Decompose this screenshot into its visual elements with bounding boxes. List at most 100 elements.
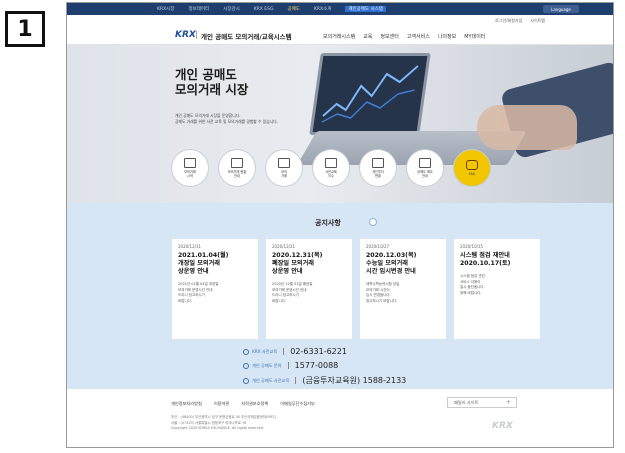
quick-link-label: 공매도 제도 안내 [417, 170, 433, 178]
nav-item-trading[interactable]: 모의거래시스템 [323, 33, 355, 40]
quick-link-label: 모의거래 시작 [184, 170, 196, 178]
chat-bubble-icon [466, 160, 478, 170]
phone-icon [243, 362, 249, 369]
logo-divider [196, 31, 197, 39]
topbar-item-short-selling[interactable]: 공매도 [288, 6, 300, 12]
contact-row: 개인 공매도 사전교육 (금융투자교육원) 1588-2133 [243, 375, 406, 386]
footer-address: 부산 : (48400) 부산광역시 남구 문현금융로 40 부산국제금융센터(… [171, 415, 471, 432]
quick-link-label: 개인투자 현황 [372, 170, 384, 178]
browser-page-frame: KRX시장 정보데이터 시장감시 KRX ESG 공매도 KRX소개 개인공매도… [66, 2, 614, 448]
nav-item-my-info[interactable]: 나의정보 [438, 33, 456, 40]
notice-card-date: 2020/12/21 [272, 244, 296, 249]
nav-item-service[interactable]: 고객서비스 [407, 33, 430, 40]
notice-card[interactable]: 2020/12/31 2021.01.04(월) 개장일 모의거래 상운영 안내… [172, 239, 258, 339]
notice-card-body: 대학수학능력시험 당일 모의거래 시간이 임시 변경됩니다. 참고하시기 바랍니… [366, 282, 400, 303]
main-nav: 모의거래시스템 교육 정보센터 고객서비스 나의정보 MY데이터 [323, 33, 485, 40]
topbar-item-data[interactable]: 정보데이터 [188, 6, 209, 12]
quick-link-investment[interactable]: 개인투자 현황 [360, 150, 396, 186]
family-site-label: 패밀리 사이트 [454, 399, 479, 405]
hero-title-line1: 개인 공매도 [175, 67, 237, 82]
notice-card-title: 2020.12.31(목) 폐장일 모의거래 상운영 안내 [272, 252, 323, 275]
footer-link-privacy[interactable]: 개인정보처리방침 [171, 401, 202, 407]
contact-divider [283, 348, 285, 355]
sitemap-link[interactable]: 사이트맵 [530, 18, 545, 24]
notice-card-body: 2021년 01월 04일 개장일 모의거래 운영시간 안내 드리니 참고하시기… [178, 282, 219, 303]
topbar-item-esg[interactable]: KRX ESG [254, 7, 274, 12]
footer-link-copyright[interactable]: 저작권보호정책 [241, 401, 268, 407]
topbar-item-about[interactable]: KRX소개 [314, 6, 331, 12]
register-icon [231, 158, 243, 168]
site-footer: 개인정보처리방침 이용약관 저작권보호정책 이메일무단수집거부 패밀리 사이트 … [67, 389, 613, 447]
contact-label: KRX 사전교육 [252, 348, 278, 354]
krx-logo[interactable]: KRX [175, 30, 196, 40]
site-title[interactable]: 개인 공매도 모의거래/교육시스템 [201, 31, 292, 41]
header-mini-links: 로그인/회원가입 사이트맵 [495, 18, 545, 24]
book-icon [325, 158, 337, 168]
contact-number: (금융투자교육원) 1588-2133 [302, 376, 407, 385]
contact-row: KRX 사전교육 02-6331-6221 [243, 347, 406, 356]
bar-chart-icon [419, 158, 431, 168]
contact-row: 개인 공매도 문의 1577-0088 [243, 361, 406, 370]
topbar-item-surveillance[interactable]: 시장감시 [223, 6, 240, 12]
contact-number: 1577-0088 [294, 361, 339, 370]
quick-link-education[interactable]: 사전교육 이수 [313, 150, 349, 186]
notice-card[interactable]: 2020/10/15 시스템 점검 재안내 2020.10.17(토) 시스템 … [454, 239, 540, 339]
footer-link-email-policy[interactable]: 이메일무단수집거부 [280, 401, 315, 407]
quick-link-label: 모의 거래 [281, 170, 287, 178]
notice-card-body: 시스템 점검 관련 서비스 이용이 일시 중단됩니다. 양해 바랍니다. [460, 274, 485, 295]
footer-krx-logo: KRX [492, 421, 513, 431]
notice-card[interactable]: 2020/10/27 2020.12.03(목) 수능일 모의거래 시간 임시변… [360, 239, 446, 339]
top-utility-bar: KRX시장 정보데이터 시장감시 KRX ESG 공매도 KRX소개 개인공매도… [67, 3, 613, 15]
nav-item-my-data[interactable]: MY데이터 [464, 33, 485, 40]
login-link[interactable]: 로그인/회원가입 [495, 18, 522, 24]
quick-link-label: 사전교육 이수 [325, 170, 337, 178]
notice-card-date: 2020/10/27 [366, 244, 390, 249]
hero-title: 개인 공매도 모의거래 시장 [175, 67, 248, 97]
quick-link-trading[interactable]: 모의 거래 [266, 150, 302, 186]
topbar-highlight-link[interactable]: 개인공매도 시스템 [345, 6, 386, 12]
hero-title-line2: 모의거래 시장 [175, 82, 249, 97]
laptop-icon [372, 158, 384, 168]
language-select[interactable]: Language [543, 5, 579, 13]
notice-card-title: 시스템 점검 재안내 2020.10.17(토) [460, 252, 511, 267]
contact-divider [295, 377, 297, 384]
phone-icon [243, 377, 249, 384]
quick-link-faq[interactable]: FAQ [454, 150, 490, 186]
phone-icon [243, 348, 249, 355]
footer-link-terms[interactable]: 이용약관 [214, 401, 229, 407]
step-number-badge: 1 [5, 11, 45, 47]
contact-divider [287, 362, 289, 369]
quick-link-label: 모의거래 현황 안내 [227, 170, 247, 178]
notice-more-icon[interactable] [369, 218, 377, 226]
hero-description: 개인 공매도 모의거래 시장을 운영합니다. 공매도 거래를 위한 사전 교육 … [175, 113, 355, 125]
plus-icon: + [505, 399, 511, 406]
footer-links: 개인정보처리방침 이용약관 저작권보호정책 이메일무단수집거부 [171, 401, 315, 407]
notice-card-title: 2021.01.04(월) 개장일 모의거래 상운영 안내 [178, 252, 229, 275]
contact-label: 개인 공매도 사전교육 [252, 377, 290, 383]
quick-link-start[interactable]: 모의거래 시작 [172, 150, 208, 186]
notice-card-date: 2020/12/31 [178, 244, 202, 249]
document-icon [278, 158, 290, 168]
site-header: 로그인/회원가입 사이트맵 KRX 개인 공매도 모의거래/교육시스템 모의거래… [67, 15, 613, 45]
quick-link-status[interactable]: 모의거래 현황 안내 [219, 150, 255, 186]
topbar-item-krx-market[interactable]: KRX시장 [157, 6, 174, 12]
notice-section: 공지사항 2020/12/31 2021.01.04(월) 개장일 모의거래 상… [67, 203, 613, 391]
footer-address-line3: Copyright 2020 KOREA EXCHANGE. All right… [171, 426, 264, 430]
hero-desc-line2: 공매도 거래를 위한 사전 교육 및 모의거래를 경험할 수 있습니다. [175, 119, 278, 124]
quick-link-label: FAQ [468, 172, 476, 176]
contact-list: KRX 사전교육 02-6331-6221 개인 공매도 문의 1577-008… [243, 347, 406, 391]
contact-number: 02-6331-6221 [290, 347, 347, 356]
notice-title: 공지사항 [315, 219, 341, 227]
monitor-icon [184, 158, 196, 168]
nav-item-info[interactable]: 정보센터 [380, 33, 398, 40]
contact-label: 개인 공매도 문의 [252, 362, 282, 368]
notice-card[interactable]: 2020/12/21 2020.12.31(목) 폐장일 모의거래 상운영 안내… [266, 239, 352, 339]
nav-item-education[interactable]: 교육 [363, 33, 372, 40]
family-site-select[interactable]: 패밀리 사이트 + [447, 397, 517, 408]
hero-hand-image [477, 105, 577, 150]
quick-link-guide[interactable]: 공매도 제도 안내 [407, 150, 443, 186]
notice-cards: 2020/12/31 2021.01.04(월) 개장일 모의거래 상운영 안내… [172, 239, 540, 339]
notice-card-body: 2020년 12월 31일 폐장일 모의거래 운영시간 안내 드리니 참고하시기… [272, 282, 313, 303]
notice-card-date: 2020/10/15 [460, 244, 484, 249]
notice-card-title: 2020.12.03(목) 수능일 모의거래 시간 임시변경 안내 [366, 252, 417, 275]
